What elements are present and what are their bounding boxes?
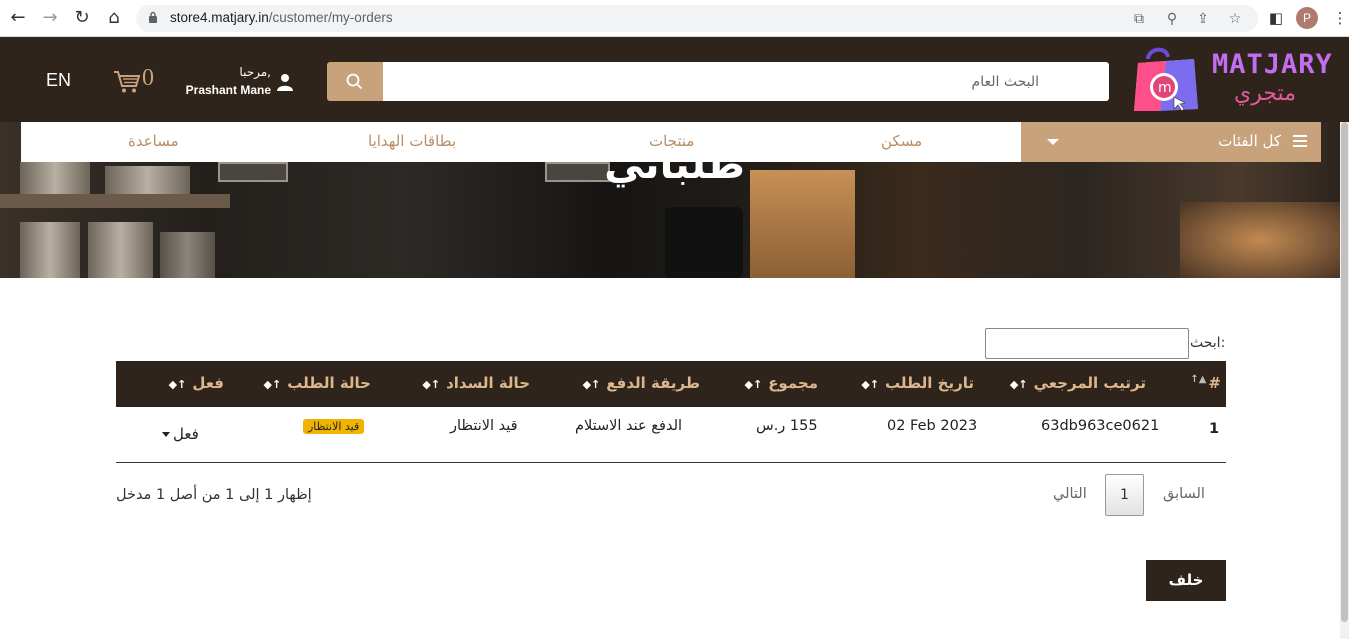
- url-text: store4.matjary.in/customer/my-orders: [170, 10, 393, 25]
- column-header-date[interactable]: تاريخ الطلب↑◆: [861, 374, 974, 392]
- search-button[interactable]: [327, 62, 383, 101]
- user-name: Prashant Mane: [185, 83, 271, 97]
- hero-decor: [665, 207, 743, 278]
- page-scrollbar[interactable]: [1340, 122, 1349, 639]
- all-categories-button[interactable]: كل الفئات: [1021, 122, 1321, 162]
- shopping-bag-logo-icon: m: [1134, 47, 1198, 112]
- hero-decor: [1180, 202, 1340, 278]
- hero-decor: [0, 194, 230, 208]
- site-header: m MATJARY متجري مرحبا, Prashant Mane 0 E…: [0, 37, 1349, 122]
- cell-ref: 63db963ce0621: [1041, 418, 1160, 434]
- brand-name-ar: متجري: [1234, 81, 1296, 106]
- column-header-total[interactable]: مجموع↑◆: [745, 374, 819, 392]
- hero-decor: [88, 222, 153, 278]
- language-switch[interactable]: EN: [46, 70, 71, 91]
- star-icon[interactable]: ☆: [1226, 10, 1244, 28]
- order-status-badge: قيد الانتظار: [303, 419, 365, 434]
- orders-table: #▲↑ ترتيب المرجعي↑◆ تاريخ الطلب↑◆ مجموع↑…: [116, 361, 1226, 463]
- greeting-text: مرحبا,: [239, 65, 271, 79]
- back-arrow-icon[interactable]: ←: [8, 8, 28, 28]
- column-header-action[interactable]: فعل↑◆: [169, 374, 224, 392]
- sidebar-icon[interactable]: ◧: [1266, 8, 1286, 28]
- user-account[interactable]: مرحبا, Prashant Mane: [186, 63, 296, 103]
- cell-payment-method: الدفع عند الاستلام: [575, 418, 683, 434]
- table-header: #▲↑ ترتيب المرجعي↑◆ تاريخ الطلب↑◆ مجموع↑…: [116, 361, 1226, 407]
- nav-link-gift-cards[interactable]: بطاقات الهدايا: [368, 132, 456, 150]
- hero-decor: [20, 222, 80, 278]
- nav-link-home[interactable]: مسكن: [881, 132, 922, 150]
- forward-arrow-icon[interactable]: →: [40, 8, 60, 28]
- search-input[interactable]: [383, 62, 1109, 101]
- cart-count: 0: [142, 65, 154, 91]
- chevron-down-icon: [1047, 139, 1059, 145]
- cell-payment-status: قيد الانتظار: [450, 418, 518, 434]
- pager-next[interactable]: التالي: [1053, 486, 1087, 502]
- global-search: [327, 62, 1109, 101]
- column-header-payment-status[interactable]: حالة السداد↑◆: [422, 374, 530, 392]
- column-header-ref[interactable]: ترتيب المرجعي↑◆: [1010, 374, 1146, 392]
- svg-text:m: m: [1158, 80, 1172, 96]
- caret-down-icon: [162, 432, 170, 437]
- address-bar[interactable]: store4.matjary.in/customer/my-orders ⧉ ⚲…: [136, 5, 1258, 32]
- cart-button[interactable]: 0: [113, 64, 161, 96]
- user-icon: [277, 74, 293, 91]
- hero-decor: [160, 232, 215, 278]
- translate-icon[interactable]: ⧉: [1130, 10, 1148, 28]
- column-header-order-status[interactable]: حالة الطلب↑◆: [264, 374, 371, 392]
- all-categories-label: كل الفئات: [1218, 132, 1281, 150]
- table-search-label: ابحث:: [1190, 335, 1226, 351]
- pager-page-1[interactable]: 1: [1105, 474, 1144, 516]
- search-icon: [346, 73, 363, 90]
- table-search-input[interactable]: [985, 328, 1189, 359]
- reload-icon[interactable]: ↻: [72, 8, 92, 28]
- lock-icon: [149, 11, 157, 23]
- cell-date: 02 Feb 2023: [887, 418, 978, 434]
- table-info: إظهار 1 إلى 1 من أصل 1 مدخل: [116, 487, 312, 503]
- cell-index: 1: [1209, 421, 1220, 437]
- brand-name-en: MATJARY: [1212, 49, 1333, 80]
- table-row: 1 63db963ce0621 02 Feb 2023 155 ر.س الدف…: [116, 407, 1226, 463]
- menu-icon: [1293, 135, 1307, 147]
- pager-previous[interactable]: السابق: [1163, 486, 1205, 502]
- column-header-index[interactable]: #▲↑: [1190, 374, 1221, 392]
- menu-dots-icon[interactable]: ⋮: [1330, 8, 1349, 28]
- cart-icon: [114, 71, 141, 93]
- scrollbar-thumb[interactable]: [1341, 122, 1348, 622]
- column-header-payment-method[interactable]: طريقة الدفع↑◆: [583, 374, 700, 392]
- back-button[interactable]: خلف: [1146, 560, 1226, 601]
- home-icon[interactable]: ⌂: [104, 8, 124, 28]
- action-dropdown[interactable]: فعل: [162, 425, 199, 443]
- nav-link-products[interactable]: منتجات: [649, 132, 694, 150]
- category-nav: كل الفئات مسكن منتجات بطاقات الهدايا مسا…: [21, 122, 1321, 162]
- site-logo[interactable]: m MATJARY متجري: [1124, 37, 1332, 122]
- cell-total: 155 ر.س: [756, 418, 818, 434]
- profile-avatar[interactable]: P: [1296, 7, 1318, 29]
- browser-toolbar: ← → ↻ ⌂ store4.matjary.in/customer/my-or…: [0, 0, 1349, 37]
- share-icon[interactable]: ⇪: [1194, 10, 1212, 28]
- nav-link-help[interactable]: مساعدة: [128, 132, 179, 150]
- location-icon[interactable]: ⚲: [1163, 10, 1181, 28]
